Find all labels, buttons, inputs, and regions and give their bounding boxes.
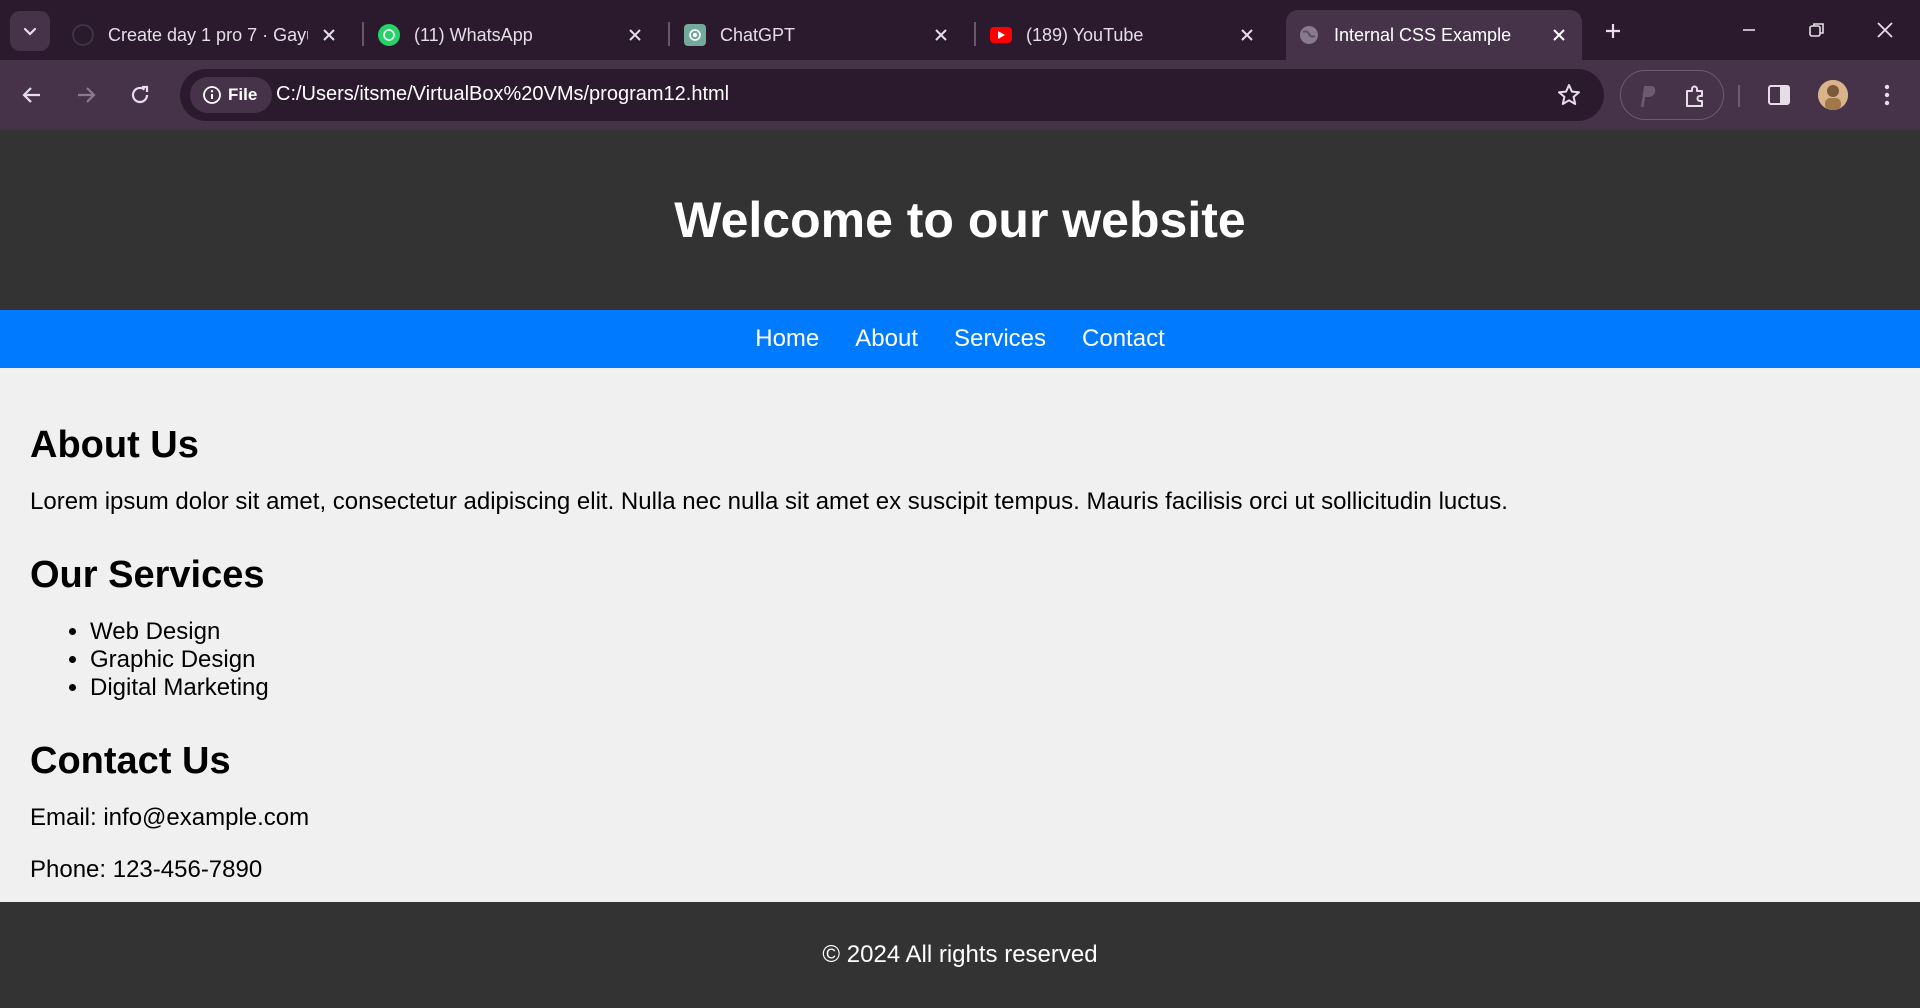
site-nav: Home About Services Contact bbox=[0, 310, 1920, 368]
tab-whatsapp[interactable]: (11) WhatsApp bbox=[366, 10, 658, 60]
whatsapp-icon bbox=[378, 24, 400, 46]
close-tab-icon[interactable] bbox=[930, 24, 952, 46]
tab-title: (11) WhatsApp bbox=[414, 24, 533, 45]
close-icon bbox=[1877, 22, 1893, 38]
avatar bbox=[1818, 80, 1848, 110]
tab-youtube[interactable]: (189) YouTube bbox=[978, 10, 1270, 60]
page-content: Welcome to our website Home About Servic… bbox=[0, 130, 1920, 1008]
tab-separator bbox=[668, 22, 670, 46]
url-text[interactable]: C:/Users/itsme/VirtualBox%20VMs/program1… bbox=[276, 83, 729, 106]
restore-button[interactable] bbox=[1792, 10, 1842, 50]
minimize-icon bbox=[1743, 29, 1755, 31]
reload-icon bbox=[131, 85, 149, 104]
nav-link-services[interactable]: Services bbox=[954, 325, 1046, 353]
minimize-button[interactable] bbox=[1724, 10, 1774, 50]
tab-chatgpt[interactable]: ChatGPT bbox=[672, 10, 964, 60]
close-tab-icon[interactable] bbox=[1548, 24, 1570, 46]
youtube-icon bbox=[990, 27, 1012, 43]
arrow-right-icon bbox=[78, 87, 96, 103]
nav-link-contact[interactable]: Contact bbox=[1082, 325, 1165, 353]
forward-button[interactable] bbox=[68, 77, 104, 113]
tab-title: Internal CSS Example bbox=[1334, 24, 1512, 45]
chevron-down-icon bbox=[23, 27, 37, 36]
menu-button[interactable] bbox=[1870, 78, 1904, 112]
github-icon bbox=[72, 24, 94, 46]
contact-email: Email: info@example.com bbox=[30, 804, 310, 831]
browser-toolbar: File C:/Users/itsme/VirtualBox%20VMs/pro… bbox=[0, 60, 1920, 130]
services-heading: Our Services bbox=[30, 554, 265, 596]
tab-search-button[interactable] bbox=[10, 11, 50, 51]
list-item: Digital Marketing bbox=[90, 674, 269, 702]
nav-link-about[interactable]: About bbox=[855, 325, 918, 353]
site-info-chip[interactable]: File bbox=[190, 77, 272, 113]
tab-strip: Create day 1 pro 7 · Gayu (11) WhatsApp … bbox=[0, 0, 1920, 60]
puzzle-extensions-icon[interactable] bbox=[1681, 82, 1709, 110]
list-item: Graphic Design bbox=[90, 646, 269, 674]
site-header: Welcome to our website bbox=[0, 130, 1920, 310]
contact-phone: Phone: 123-456-7890 bbox=[30, 856, 263, 883]
tab-internal-css-example[interactable]: Internal CSS Example bbox=[1286, 10, 1582, 60]
tab-separator bbox=[362, 22, 364, 46]
about-text: Lorem ipsum dolor sit amet, consectetur … bbox=[30, 488, 1508, 515]
profile-button[interactable] bbox=[1816, 78, 1850, 112]
about-heading: About Us bbox=[30, 424, 199, 466]
tab-title: Create day 1 pro 7 · Gayu bbox=[108, 24, 308, 45]
back-button[interactable] bbox=[14, 77, 50, 113]
tab-separator bbox=[974, 22, 976, 46]
side-panel-button[interactable] bbox=[1762, 78, 1796, 112]
reload-button[interactable] bbox=[122, 77, 158, 113]
arrow-left-icon bbox=[22, 87, 40, 103]
close-tab-icon[interactable] bbox=[1236, 24, 1258, 46]
services-list: Web Design Graphic Design Digital Market… bbox=[90, 618, 269, 702]
tab-github[interactable]: Create day 1 pro 7 · Gayu bbox=[60, 10, 352, 60]
new-tab-button[interactable] bbox=[1598, 16, 1628, 46]
close-tab-icon[interactable] bbox=[318, 24, 340, 46]
chatgpt-icon bbox=[684, 24, 706, 46]
globe-icon bbox=[1298, 24, 1320, 46]
address-bar[interactable]: File C:/Users/itsme/VirtualBox%20VMs/pro… bbox=[180, 69, 1604, 121]
more-vertical-icon bbox=[1884, 84, 1890, 106]
close-tab-icon[interactable] bbox=[624, 24, 646, 46]
info-icon bbox=[203, 86, 221, 104]
footer-text: © 2024 All rights reserved bbox=[822, 941, 1098, 968]
side-panel-icon bbox=[1768, 85, 1790, 105]
site-info-label: File bbox=[228, 85, 258, 104]
nav-link-home[interactable]: Home bbox=[755, 325, 819, 353]
bookmark-star-icon[interactable] bbox=[1556, 82, 1582, 108]
page-title: Welcome to our website bbox=[674, 192, 1246, 248]
extensions-group bbox=[1620, 70, 1724, 120]
tab-title: (189) YouTube bbox=[1026, 24, 1144, 45]
contact-heading: Contact Us bbox=[30, 740, 231, 782]
plus-icon bbox=[1606, 24, 1620, 38]
site-footer: © 2024 All rights reserved bbox=[0, 902, 1920, 1008]
paypal-extension-icon[interactable] bbox=[1633, 82, 1661, 110]
close-window-button[interactable] bbox=[1860, 10, 1910, 50]
restore-icon bbox=[1809, 23, 1824, 37]
list-item: Web Design bbox=[90, 618, 269, 646]
tab-title: ChatGPT bbox=[720, 24, 796, 45]
toolbar-divider bbox=[1738, 85, 1740, 107]
